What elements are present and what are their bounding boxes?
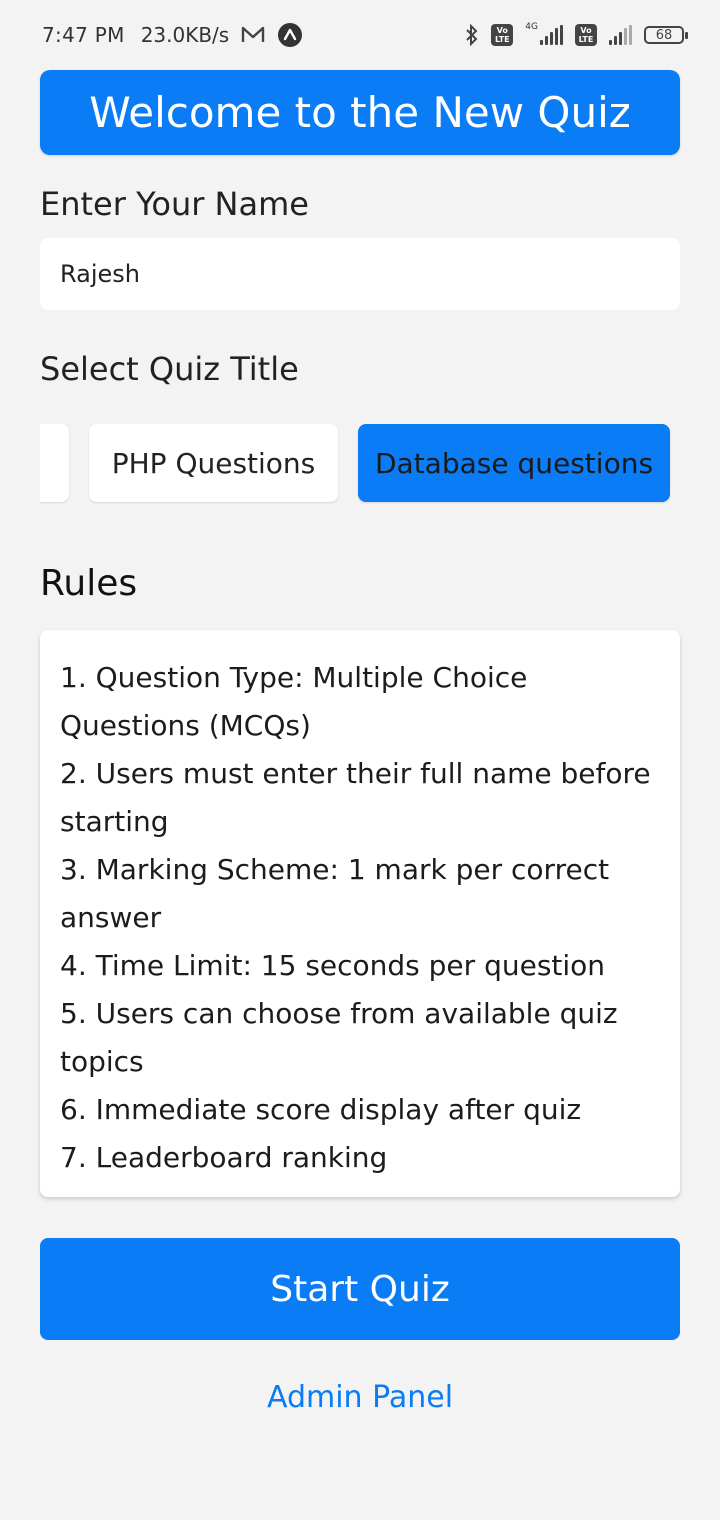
name-input[interactable] [40, 238, 680, 310]
quiz-options-scroller[interactable]: PHP Questions Database questions [40, 424, 680, 504]
name-label: Enter Your Name [40, 185, 309, 223]
battery-level: 68 [655, 27, 673, 43]
navigation-icon [278, 23, 303, 47]
rule-item: 5. Users can choose from available quiz … [60, 997, 618, 1078]
status-bar-left: 7:47 PM 23.0KB/s [42, 22, 303, 48]
volte-badge-2: Vo LTE [575, 24, 597, 46]
rules-title: Rules [40, 563, 138, 604]
quiz-title-label: Select Quiz Title [40, 350, 299, 388]
status-time: 7:47 PM [42, 23, 125, 47]
status-bar: 7:47 PM 23.0KB/s Vo LTE 4G Vo LTE 68 [0, 0, 720, 70]
page-title-banner: Welcome to the New Quiz [40, 70, 680, 155]
volte-badge: Vo LTE [491, 24, 514, 46]
rule-item: 4. Time Limit: 15 seconds per question [60, 949, 606, 982]
status-network-speed: 23.0KB/s [140, 23, 230, 47]
status-bar-right: Vo LTE 4G Vo LTE 68 [465, 22, 688, 46]
quiz-option-php[interactable]: PHP Questions [89, 424, 338, 502]
start-quiz-button[interactable]: Start Quiz [40, 1238, 680, 1340]
rules-list: 1. Question Type: Multiple Choice Questi… [60, 654, 660, 1182]
quiz-option-partial[interactable] [40, 424, 69, 502]
admin-panel-link[interactable]: Admin Panel [0, 1380, 720, 1415]
signal-icon [540, 25, 563, 45]
quiz-option-database[interactable]: Database questions [358, 424, 670, 502]
rule-item: 1. Question Type: Multiple Choice Questi… [60, 661, 528, 742]
page-title: Welcome to the New Quiz [89, 88, 631, 137]
signal-icon-2 [609, 25, 632, 45]
rule-item: 7. Leaderboard ranking [60, 1141, 388, 1174]
rule-item: 3. Marking Scheme: 1 mark per correct an… [60, 853, 610, 934]
bluetooth-icon [466, 24, 478, 46]
network-type-label: 4G [525, 22, 538, 32]
rules-card: 1. Question Type: Multiple Choice Questi… [40, 630, 680, 1197]
quiz-option-label: PHP Questions [111, 446, 316, 480]
battery-icon: 68 [644, 26, 688, 44]
rule-item: 6. Immediate score display after quiz [60, 1093, 582, 1126]
quiz-option-label: Database questions [374, 446, 654, 480]
mail-icon [242, 26, 265, 42]
rule-item: 2. Users must enter their full name befo… [60, 757, 651, 838]
